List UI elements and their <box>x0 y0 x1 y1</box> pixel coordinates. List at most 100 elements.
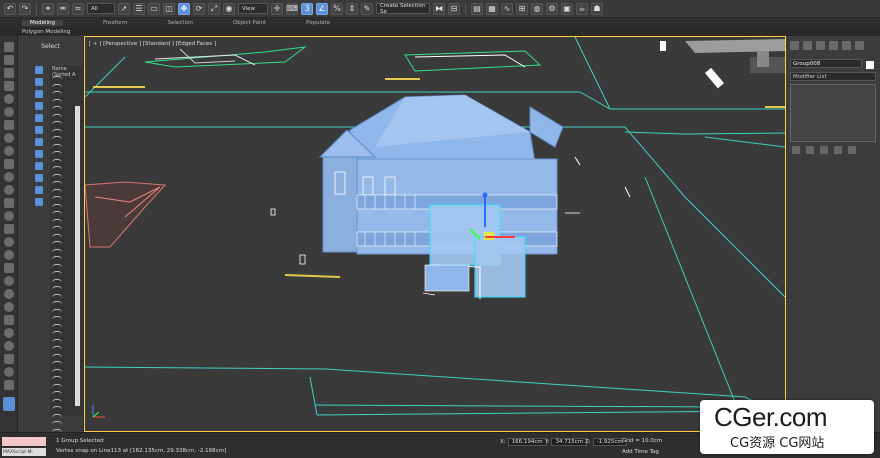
visibility-eye-icon[interactable] <box>52 331 62 335</box>
visibility-eye-icon[interactable] <box>52 353 62 358</box>
explorer-list[interactable]: Name (Sorted A <box>50 66 84 430</box>
visibility-eye-icon[interactable] <box>52 91 62 95</box>
unlink-icon[interactable]: ⚮ <box>57 2 69 15</box>
people-icon[interactable] <box>3 341 14 351</box>
cylinder-icon[interactable] <box>3 146 14 156</box>
visibility-eye-icon[interactable] <box>52 226 62 230</box>
visibility-eye-icon[interactable] <box>52 286 62 290</box>
visibility-eye-icon[interactable] <box>52 406 62 410</box>
select-by-name-icon[interactable]: ☰ <box>133 2 145 15</box>
filter-groups-icon[interactable] <box>35 138 43 146</box>
visibility-eye-icon[interactable] <box>52 203 62 208</box>
visibility-eye-icon[interactable] <box>52 181 62 185</box>
visibility-eye-icon[interactable] <box>52 106 62 110</box>
visibility-eye-icon[interactable] <box>52 83 62 88</box>
visibility-eye-icon[interactable] <box>52 143 62 148</box>
utilities-icon[interactable] <box>3 107 14 117</box>
bind-spacewarp-icon[interactable]: ≈ <box>72 2 84 15</box>
link-icon[interactable]: ⚭ <box>42 2 54 15</box>
undo-icon[interactable]: ↶ <box>4 2 16 15</box>
visibility-eye-icon[interactable] <box>52 376 62 380</box>
render-setup-icon[interactable]: ⚙ <box>546 2 558 15</box>
visibility-eye-icon[interactable] <box>52 76 62 80</box>
visibility-eye-icon[interactable] <box>52 128 62 133</box>
move-icon[interactable]: ✥ <box>178 2 190 15</box>
display-tab-icon[interactable] <box>842 41 851 50</box>
rotate-icon[interactable]: ⟳ <box>193 2 205 15</box>
utilities-tab-icon[interactable] <box>855 41 864 50</box>
coord-y-field[interactable]: 34.715cm <box>551 438 588 446</box>
visibility-eye-icon[interactable] <box>52 338 62 343</box>
settings-icon[interactable] <box>3 380 14 390</box>
align-icon[interactable]: ⊟ <box>448 2 460 15</box>
curve-editor-icon[interactable]: ∿ <box>501 2 513 15</box>
refcoord-dropdown[interactable]: View <box>238 3 268 14</box>
visibility-eye-icon[interactable] <box>52 196 62 200</box>
render-icon[interactable]: ☕ <box>576 2 588 15</box>
visibility-eye-icon[interactable] <box>52 158 62 163</box>
visibility-eye-icon[interactable] <box>52 278 62 283</box>
filter-shapes-icon[interactable] <box>35 78 43 86</box>
filter-geometry-icon[interactable] <box>35 66 43 74</box>
visibility-eye-icon[interactable] <box>52 421 62 425</box>
tab-selection[interactable]: Selection <box>168 20 193 26</box>
scale-icon[interactable]: ⤢ <box>208 2 220 15</box>
display-icon[interactable] <box>3 94 14 104</box>
workspace-icon[interactable] <box>2 397 15 411</box>
keyboard-shortcut-icon[interactable]: ⌨ <box>286 2 298 15</box>
tree-icon[interactable] <box>3 328 14 338</box>
visibility-column[interactable] <box>52 76 62 433</box>
selection-set-dropdown[interactable]: Create Selection Se <box>376 3 430 15</box>
mirror-icon[interactable]: ⧓ <box>433 2 445 15</box>
visibility-eye-icon[interactable] <box>52 316 62 320</box>
percent-snap-icon[interactable]: % <box>331 2 343 15</box>
visibility-eye-icon[interactable] <box>52 271 62 275</box>
visibility-eye-icon[interactable] <box>52 136 62 140</box>
redo-icon[interactable]: ↷ <box>19 2 31 15</box>
visibility-eye-icon[interactable] <box>52 233 62 238</box>
visibility-eye-icon[interactable] <box>52 383 62 388</box>
visibility-eye-icon[interactable] <box>52 413 62 418</box>
ribbon-panel-label[interactable]: Polygon Modeling <box>0 27 880 36</box>
window-crossing-icon[interactable]: ◫ <box>163 2 175 15</box>
visibility-eye-icon[interactable] <box>52 301 62 305</box>
snap-3d-icon[interactable]: 3 <box>301 2 313 15</box>
explorer-scrollbar[interactable] <box>75 106 80 406</box>
schematic-view-icon[interactable]: ⊞ <box>516 2 528 15</box>
coord-x-field[interactable]: 166.194cm <box>507 438 547 446</box>
layer-explorer-icon[interactable]: ▤ <box>471 2 483 15</box>
visibility-eye-icon[interactable] <box>52 256 62 260</box>
render-production-icon[interactable]: ☗ <box>591 2 603 15</box>
light-icon[interactable] <box>3 198 14 208</box>
add-time-tag-button[interactable]: Add Time Tag <box>622 449 659 455</box>
tab-modeling[interactable]: Modeling <box>22 19 64 26</box>
filter-lights-icon[interactable] <box>35 90 43 98</box>
select-icon[interactable]: ➚ <box>118 2 130 15</box>
filter-spacewarps-icon[interactable] <box>35 126 43 134</box>
visibility-eye-icon[interactable] <box>52 98 62 103</box>
teapot-icon[interactable] <box>3 289 14 299</box>
motion-icon[interactable] <box>3 81 14 91</box>
torus-icon[interactable] <box>3 185 14 195</box>
visibility-eye-icon[interactable] <box>52 218 62 223</box>
helper-icon[interactable] <box>3 224 14 234</box>
material-editor-icon[interactable]: ◍ <box>531 2 543 15</box>
place-icon[interactable]: ◉ <box>223 2 235 15</box>
plane-icon[interactable] <box>3 159 14 169</box>
viewport-label[interactable]: [ + ] [Perspective ] [Standard ] [Edged … <box>89 41 216 47</box>
maxscript-listener[interactable] <box>2 437 46 446</box>
create-tab-icon[interactable] <box>790 41 799 50</box>
object-name-field[interactable]: Group008 <box>790 59 862 68</box>
rendered-frame-icon[interactable]: ▣ <box>561 2 573 15</box>
box-icon[interactable] <box>3 120 14 130</box>
filter-cameras-icon[interactable] <box>35 102 43 110</box>
render-icon[interactable] <box>3 354 14 364</box>
remove-modifier-icon[interactable] <box>834 146 842 154</box>
explorer-title[interactable]: Select <box>18 36 83 56</box>
visibility-eye-icon[interactable] <box>52 173 62 178</box>
create-icon[interactable] <box>3 42 14 52</box>
visibility-eye-icon[interactable] <box>52 166 62 170</box>
show-end-result-icon[interactable] <box>806 146 814 154</box>
tab-populate[interactable]: Populate <box>306 20 330 26</box>
visibility-eye-icon[interactable] <box>52 188 62 193</box>
